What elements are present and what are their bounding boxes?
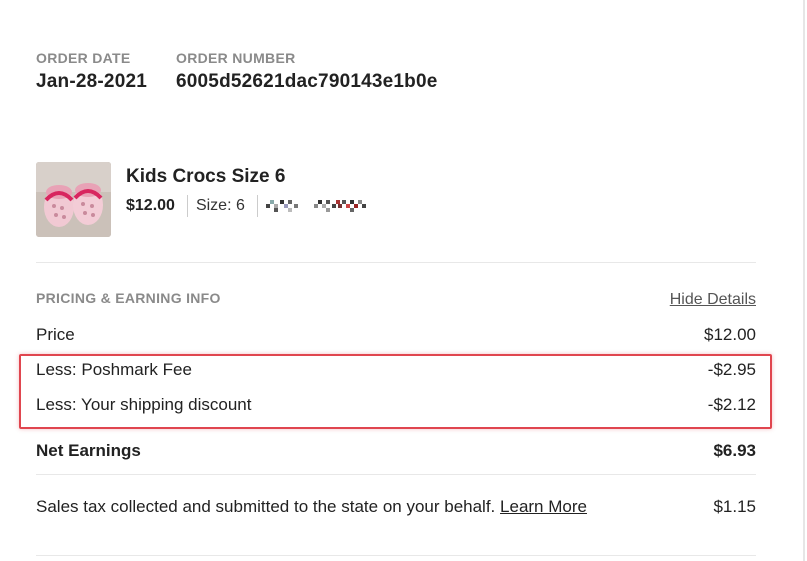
order-meta: ORDER DATE Jan-28-2021 ORDER NUMBER 6005… <box>36 49 467 93</box>
order-details-page: ORDER DATE Jan-28-2021 ORDER NUMBER 6005… <box>0 0 807 561</box>
net-earnings-label: Net Earnings <box>36 441 141 460</box>
scrollbar-track[interactable] <box>803 0 805 561</box>
crocs-photo-icon <box>36 162 111 237</box>
sales-tax-text: Sales tax collected and submitted to the… <box>36 497 496 516</box>
divider <box>36 474 756 475</box>
divider <box>36 555 756 556</box>
divider <box>186 195 188 217</box>
product-title[interactable]: Kids Crocs Size 6 <box>126 165 378 189</box>
product-summary: Kids Crocs Size 6 $12.00 Size: 6 <box>36 162 378 237</box>
net-earnings-row: Net Earnings $6.93 <box>36 440 756 462</box>
pricing-section-label: PRICING & EARNING INFO <box>36 290 221 306</box>
product-thumbnail[interactable] <box>36 162 111 237</box>
highlight-box <box>19 354 772 429</box>
order-number-label: ORDER NUMBER <box>176 50 296 66</box>
product-info: Kids Crocs Size 6 $12.00 Size: 6 <box>126 162 378 237</box>
divider <box>256 195 258 217</box>
hide-details-link[interactable]: Hide Details <box>670 291 756 309</box>
order-date-block: ORDER DATE Jan-28-2021 <box>36 49 147 93</box>
divider <box>36 262 756 263</box>
order-date-value: Jan-28-2021 <box>36 71 147 92</box>
sales-tax-note: Sales tax collected and submitted to the… <box>36 496 587 518</box>
price-row: Price $12.00 <box>36 324 756 346</box>
net-earnings-value: $6.93 <box>713 441 756 460</box>
learn-more-link[interactable]: Learn More <box>500 497 587 516</box>
order-number-block: ORDER NUMBER 6005d52621dac790143e1b0e <box>176 49 438 93</box>
redacted-buyer-info <box>265 198 378 214</box>
sales-tax-row: Sales tax collected and submitted to the… <box>36 496 756 518</box>
price-label: Price <box>36 325 75 344</box>
product-details-line: $12.00 Size: 6 <box>126 195 378 217</box>
order-number-value: 6005d52621dac790143e1b0e <box>176 71 438 92</box>
order-date-label: ORDER DATE <box>36 50 131 66</box>
price-value: $12.00 <box>704 325 756 344</box>
product-size: Size: 6 <box>195 197 245 214</box>
sales-tax-value: $1.15 <box>713 497 756 516</box>
product-price: $12.00 <box>126 197 175 214</box>
